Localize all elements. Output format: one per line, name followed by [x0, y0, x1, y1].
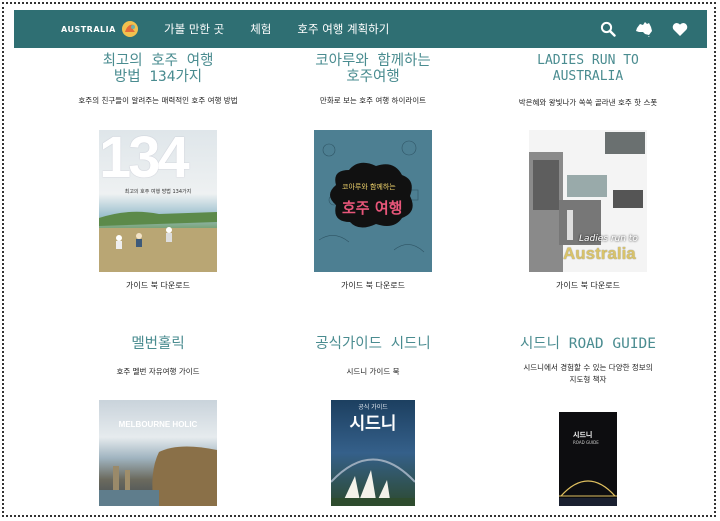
- australia-logo[interactable]: AUSTRALIA: [61, 18, 141, 40]
- cover-title: 호주 여행: [342, 199, 403, 217]
- cover-opera-house: [331, 458, 415, 506]
- guide-title: 최고의 호주 여행 방법 134가지: [102, 53, 214, 85]
- cover-subtitle: Ladies run to: [579, 234, 638, 244]
- guide-subtitle: 시드니에서 경험할 수 있는 다양한 정보의 지도형 책자: [523, 363, 653, 384]
- menu-item-plan-trip[interactable]: 호주 여행 계획하기: [297, 21, 389, 37]
- guide-subtitle: 호주 멜번 자유여행 가이드: [116, 367, 200, 376]
- menu-item-places[interactable]: 가볼 만한 곳: [164, 21, 224, 37]
- top-navigation-bar: AUSTRALIA 가볼 만한 곳 체험 호주 여행 계획하기: [14, 10, 707, 48]
- kangaroo-logo-icon: [119, 18, 141, 40]
- guide-cover-ladies-run[interactable]: Ladies run to Australia: [529, 130, 647, 272]
- guide-title: 멜번홀릭: [131, 336, 185, 352]
- guide-subtitle: 시드니 가이드 북: [346, 367, 400, 376]
- guide-subtitle: 만화로 보는 호주 여행 하이라이트: [319, 96, 427, 105]
- guide-card-official-sydney: 공식가이드 시드니 시드니 가이드 북: [268, 336, 478, 377]
- cover-subtitle: ROAD GUIDE: [573, 440, 599, 445]
- guide-cover-melbourne[interactable]: MELBOURNE HOLIC: [99, 400, 217, 506]
- download-guide-koaru[interactable]: 가이드 북 다운로드: [268, 280, 478, 291]
- guide-cover-sydney-road-guide[interactable]: 시드니 ROAD GUIDE: [559, 412, 617, 506]
- cover-title: MELBOURNE HOLIC: [118, 420, 198, 429]
- nav-icons: [599, 10, 689, 48]
- main-menu: 가볼 만한 곳 체험 호주 여행 계획하기: [164, 10, 389, 48]
- guide-title: LADIES RUN TO AUSTRALIA: [537, 53, 639, 84]
- guide-cover-koaru[interactable]: 코아루와 함께하는 호주 여행: [314, 130, 432, 272]
- guide-subtitle: 박은혜와 왕빛나가 쏙쏙 골라낸 호주 핫 스폿: [518, 98, 658, 107]
- guide-cover-134[interactable]: 134 최고의 호주 여행 방법 134가지: [99, 130, 217, 272]
- guide-card-134: 최고의 호주 여행 방법 134가지 호주의 친구들이 알려주는 매력적인 호주 …: [53, 53, 263, 106]
- guide-title: 시드니 ROAD GUIDE: [519, 336, 657, 352]
- cover-illustration: [99, 211, 217, 272]
- cover-illustration: [99, 446, 217, 506]
- guide-card-ladies-run: LADIES RUN TO AUSTRALIA 박은혜와 왕빛나가 쏙쏙 골라낸 …: [483, 53, 693, 108]
- guide-card-melbourne: 멜번홀릭 호주 멜번 자유여행 가이드: [53, 336, 263, 377]
- cover-caption: 최고의 호주 여행 방법 134가지: [124, 189, 192, 195]
- cover-title: 시드니: [573, 431, 593, 439]
- download-guide-134[interactable]: 가이드 북 다운로드: [53, 280, 263, 291]
- guide-card-koaru: 코아루와 함께하는 호주여행 만화로 보는 호주 여행 하이라이트: [268, 53, 478, 106]
- cover-harbour-bridge: [559, 480, 617, 506]
- cover-subtitle: 코아루와 함께하는: [342, 183, 396, 191]
- menu-item-experiences[interactable]: 체험: [250, 21, 271, 37]
- guide-card-sydney-road-guide: 시드니 ROAD GUIDE 시드니에서 경험할 수 있는 다양한 정보의 지도형…: [483, 336, 693, 386]
- search-icon[interactable]: [599, 20, 617, 38]
- cover-title: Australia: [563, 244, 636, 263]
- guide-title: 공식가이드 시드니: [315, 336, 431, 352]
- heart-icon[interactable]: [671, 20, 689, 38]
- guide-title: 코아루와 함께하는 호주여행: [315, 53, 431, 85]
- cover-title: 시드니: [349, 414, 397, 434]
- logo-text: AUSTRALIA: [61, 24, 116, 34]
- guide-subtitle: 호주의 친구들이 알려주는 매력적인 호주 여행 방법: [78, 96, 238, 105]
- australia-map-icon[interactable]: [635, 20, 653, 38]
- download-guide-ladies-run[interactable]: 가이드 북 다운로드: [483, 280, 693, 291]
- cover-number: 134: [99, 130, 190, 190]
- guide-cover-official-sydney[interactable]: 공식 가이드 시드니: [331, 400, 415, 506]
